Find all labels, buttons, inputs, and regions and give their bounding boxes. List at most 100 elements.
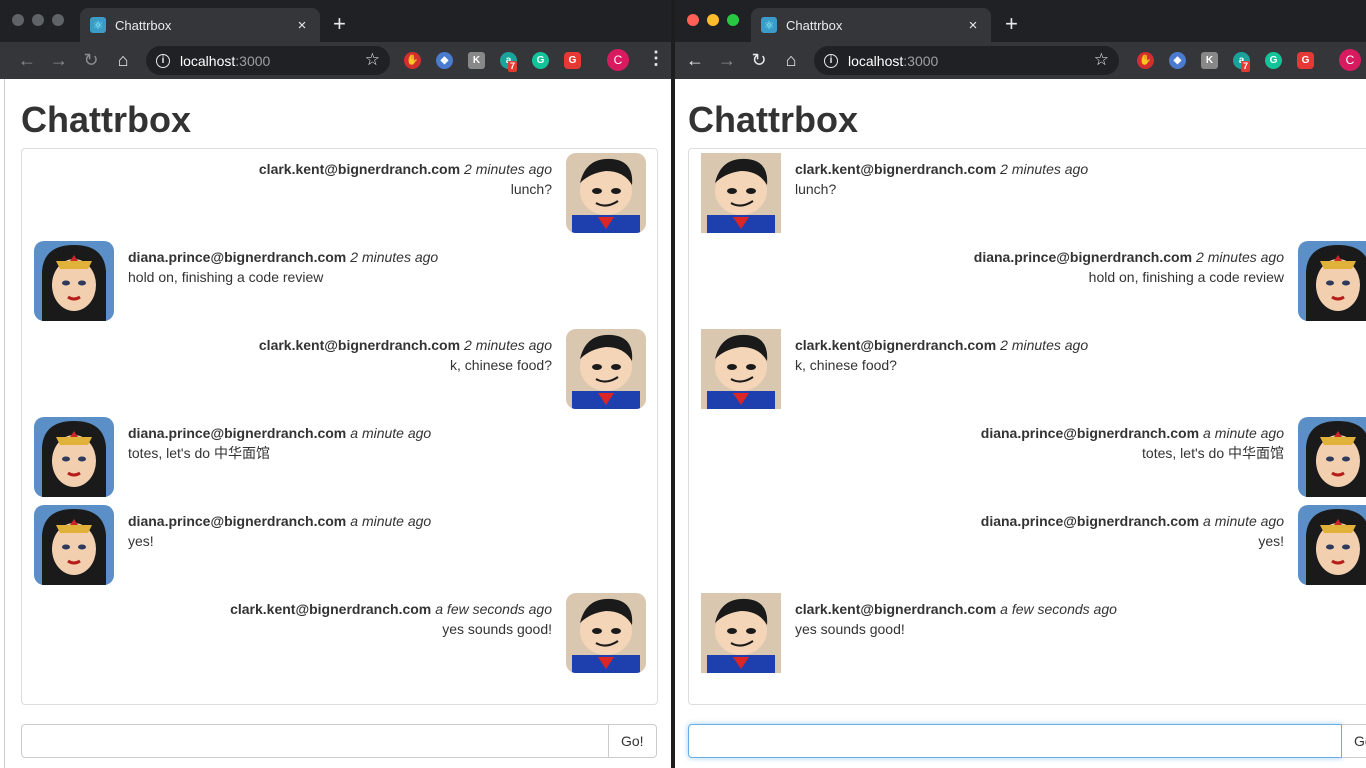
message-time: 2 minutes ago	[1196, 249, 1284, 265]
browser-toolbar: ← → ↻ ⌂ i localhost:3000 ☆ ✋ ◆ K a7 G G …	[0, 42, 671, 79]
message-item: diana.prince@bignerdranch.com a minute ag…	[689, 505, 1366, 585]
superman-avatar	[566, 329, 646, 409]
message-body: diana.prince@bignerdranch.com a minute ag…	[981, 511, 1284, 551]
message-item: diana.prince@bignerdranch.com a minute ag…	[22, 505, 657, 585]
message-body: clark.kent@bignerdranch.com a few seconds…	[795, 599, 1117, 639]
reload-icon[interactable]: ↻	[748, 49, 770, 71]
message-text: totes, let's do 中华面馆	[1142, 445, 1284, 461]
close-window-button[interactable]	[687, 14, 699, 26]
message-text: k, chinese food?	[450, 357, 552, 373]
message-time: a minute ago	[1203, 513, 1284, 529]
wonder-woman-avatar	[34, 241, 114, 321]
message-author: clark.kent@bignerdranch.com	[795, 161, 997, 177]
a-extension-icon[interactable]: a7	[500, 52, 518, 72]
message-item: clark.kent@bignerdranch.com a few seconds…	[689, 593, 1366, 673]
url-host: localhost	[180, 52, 236, 69]
shield-extension-icon[interactable]: ◆	[436, 52, 453, 69]
google-extension-icon[interactable]: G	[1297, 52, 1314, 69]
bookmark-star-icon[interactable]: ☆	[365, 50, 380, 70]
forward-icon[interactable]: →	[48, 49, 70, 71]
message-body: diana.prince@bignerdranch.com 2 minutes a…	[128, 247, 438, 287]
message-list: clark.kent@bignerdranch.com 2 minutes ago…	[688, 148, 1366, 705]
message-author: clark.kent@bignerdranch.com	[230, 601, 432, 617]
message-body: clark.kent@bignerdranch.com 2 minutes ago…	[259, 159, 552, 199]
message-time: 2 minutes ago	[464, 161, 552, 177]
wonder-woman-avatar	[34, 417, 114, 497]
wonder-woman-avatar	[1298, 417, 1366, 497]
close-tab-icon[interactable]: ×	[294, 17, 310, 34]
tab-chattrbox[interactable]: ⚛ Chattrbox ×	[751, 8, 991, 42]
minimize-window-button[interactable]	[32, 14, 44, 26]
wonder-woman-avatar	[1298, 505, 1366, 585]
message-time: 2 minutes ago	[1000, 161, 1089, 177]
message-time: a minute ago	[1203, 425, 1284, 441]
message-author: diana.prince@bignerdranch.com	[128, 513, 347, 529]
new-tab-button[interactable]: +	[333, 13, 346, 35]
message-author: diana.prince@bignerdranch.com	[980, 513, 1200, 529]
shield-extension-icon[interactable]: ◆	[1169, 52, 1186, 69]
message-time: 2 minutes ago	[350, 249, 439, 265]
adblock-extension-icon[interactable]: ✋	[404, 52, 421, 69]
profile-avatar[interactable]: C	[1339, 49, 1361, 71]
address-bar[interactable]: i localhost:3000 ☆	[146, 46, 390, 75]
new-tab-button[interactable]: +	[1005, 13, 1018, 35]
reload-icon[interactable]: ↻	[80, 49, 102, 71]
message-time: a minute ago	[350, 513, 432, 529]
message-author: diana.prince@bignerdranch.com	[980, 425, 1200, 441]
url-port: :3000	[903, 52, 939, 69]
browser-window-right: ⚛ Chattrbox × + ← → ↻ ⌂ i localhost:3000…	[675, 0, 1366, 768]
k-extension-icon[interactable]: K	[468, 52, 485, 69]
superman-avatar	[701, 593, 781, 673]
message-text: yes sounds good!	[442, 621, 552, 637]
message-time: a minute ago	[350, 425, 432, 441]
message-time: 2 minutes ago	[1000, 337, 1089, 353]
tab-chattrbox[interactable]: ⚛ Chattrbox ×	[80, 8, 320, 42]
info-icon[interactable]: i	[156, 53, 170, 68]
close-window-button[interactable]	[12, 14, 24, 26]
address-bar[interactable]: i localhost:3000 ☆	[814, 46, 1119, 75]
google-extension-icon[interactable]: G	[564, 52, 581, 69]
forward-icon[interactable]: →	[716, 49, 738, 71]
message-item: diana.prince@bignerdranch.com a minute ag…	[22, 417, 657, 497]
menu-icon[interactable]: ⋮	[647, 48, 665, 69]
tab-title: Chattrbox	[115, 17, 172, 33]
k-extension-icon[interactable]: K	[1201, 52, 1218, 69]
wonder-woman-avatar	[1298, 241, 1366, 321]
message-author: clark.kent@bignerdranch.com	[258, 337, 461, 353]
wonder-woman-avatar	[34, 505, 114, 585]
extension-badge: 7	[1241, 61, 1251, 72]
superman-avatar	[566, 593, 646, 673]
window-controls	[12, 14, 64, 26]
grammarly-extension-icon[interactable]: G	[532, 52, 549, 69]
message-input[interactable]	[688, 724, 1342, 758]
info-icon[interactable]: i	[824, 53, 838, 68]
send-button[interactable]: Go!	[609, 724, 657, 758]
back-icon[interactable]: ←	[684, 49, 706, 71]
page-content: Chattrbox clark.kent@bignerdranch.com 2 m…	[675, 79, 1366, 768]
app-title: Chattrbox	[21, 99, 191, 140]
maximize-window-button[interactable]	[727, 14, 739, 26]
a-extension-icon[interactable]: a7	[1233, 52, 1251, 72]
home-icon[interactable]: ⌂	[112, 49, 134, 71]
close-tab-icon[interactable]: ×	[965, 17, 981, 34]
bookmark-star-icon[interactable]: ☆	[1094, 50, 1109, 70]
message-item: clark.kent@bignerdranch.com 2 minutes ago…	[689, 329, 1366, 409]
message-time: a few seconds ago	[435, 601, 552, 617]
profile-avatar[interactable]: C	[607, 49, 629, 71]
message-author: clark.kent@bignerdranch.com	[795, 337, 997, 353]
superman-avatar	[701, 329, 781, 409]
back-icon[interactable]: ←	[16, 49, 38, 71]
message-body: diana.prince@bignerdranch.com a minute ag…	[128, 511, 431, 551]
adblock-extension-icon[interactable]: ✋	[1137, 52, 1154, 69]
send-button[interactable]: Go!	[1342, 724, 1366, 758]
message-text: k, chinese food?	[795, 357, 897, 373]
superman-avatar	[701, 153, 781, 233]
message-time: a few seconds ago	[1000, 601, 1117, 617]
minimize-window-button[interactable]	[707, 14, 719, 26]
grammarly-extension-icon[interactable]: G	[1265, 52, 1282, 69]
maximize-window-button[interactable]	[52, 14, 64, 26]
message-text: lunch?	[510, 181, 552, 197]
message-form: Go!	[21, 724, 657, 758]
message-input[interactable]	[21, 724, 609, 758]
home-icon[interactable]: ⌂	[780, 49, 802, 71]
